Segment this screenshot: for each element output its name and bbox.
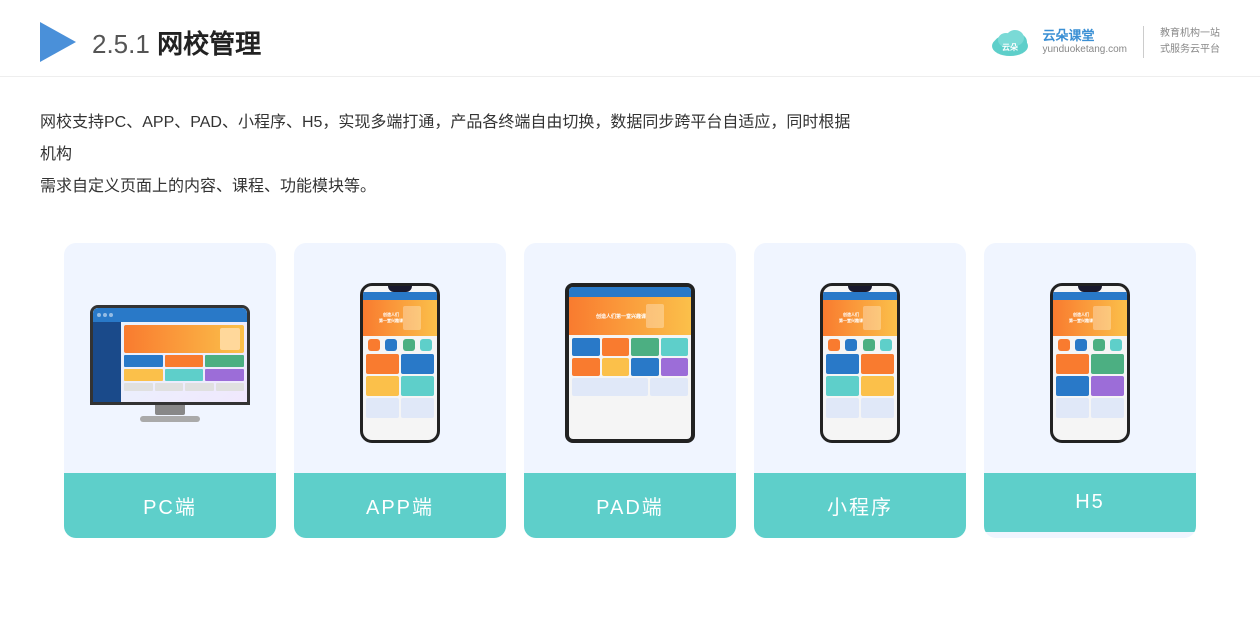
brand-divider (1143, 26, 1144, 58)
pc-mock (90, 305, 250, 422)
h5-label: H5 (984, 473, 1196, 532)
page-header: 2.5.1 网校管理 云朵 云朵课堂 yunduoketang.com 教育机构… (0, 0, 1260, 77)
page-title: 2.5.1 网校管理 (92, 24, 261, 61)
h5-card: 创造人们第一堂兴趣课 (984, 243, 1196, 538)
logo-triangle-icon (40, 22, 76, 62)
app-phone-mock: 创造人们第一堂兴趣课 (360, 283, 440, 443)
header-left: 2.5.1 网校管理 (40, 22, 261, 62)
pad-image-area: 创造人们第一堂兴趣课 (524, 243, 736, 473)
pc-image-area (64, 243, 276, 473)
h5-image-area: 创造人们第一堂兴趣课 (984, 243, 1196, 473)
app-card: 创造人们第一堂兴趣课 (294, 243, 506, 538)
miniprogram-label: 小程序 (754, 473, 966, 538)
description-block: 网校支持PC、APP、PAD、小程序、H5，实现多端打通，产品各终端自由切换，数… (0, 77, 900, 213)
miniprogram-image-area: 创造人们第一堂兴趣课 (754, 243, 966, 473)
miniprogram-card: 创造人们第一堂兴趣课 (754, 243, 966, 538)
page-title-text: 网校管理 (157, 29, 261, 59)
phone-notch-2 (848, 286, 872, 292)
description-line1: 网校支持PC、APP、PAD、小程序、H5，实现多端打通，产品各终端自由切换，数… (40, 107, 860, 171)
app-image-area: 创造人们第一堂兴趣课 (294, 243, 506, 473)
pad-card: 创造人们第一堂兴趣课 (524, 243, 736, 538)
pad-label: PAD端 (524, 473, 736, 538)
device-cards-section: PC端 创造人们第一堂兴趣课 (0, 223, 1260, 568)
svg-text:云朵: 云朵 (1002, 42, 1018, 52)
page-number: 2.5.1 (92, 29, 150, 59)
pc-label: PC端 (64, 473, 276, 538)
brand-slogan: 教育机构一站 式服务云平台 (1160, 26, 1220, 58)
brand-name: 云朵课堂 (1042, 28, 1094, 44)
brand-logo: 云朵 云朵课堂 yunduoketang.com 教育机构一站 式服务云平台 (986, 18, 1220, 66)
phone-notch-3 (1078, 286, 1102, 292)
brand-website: yunduoketang.com (1042, 44, 1127, 56)
app-label: APP端 (294, 473, 506, 538)
pad-mock: 创造人们第一堂兴趣课 (565, 283, 695, 443)
pc-card: PC端 (64, 243, 276, 538)
pc-monitor (90, 305, 250, 405)
brand-text: 云朵课堂 yunduoketang.com (1042, 28, 1127, 56)
phone-notch (388, 286, 412, 292)
miniprogram-phone-mock: 创造人们第一堂兴趣课 (820, 283, 900, 443)
h5-phone-mock: 创造人们第一堂兴趣课 (1050, 283, 1130, 443)
description-line2: 需求自定义页面上的内容、课程、功能模块等。 (40, 171, 860, 203)
cloud-icon: 云朵 (986, 18, 1034, 66)
